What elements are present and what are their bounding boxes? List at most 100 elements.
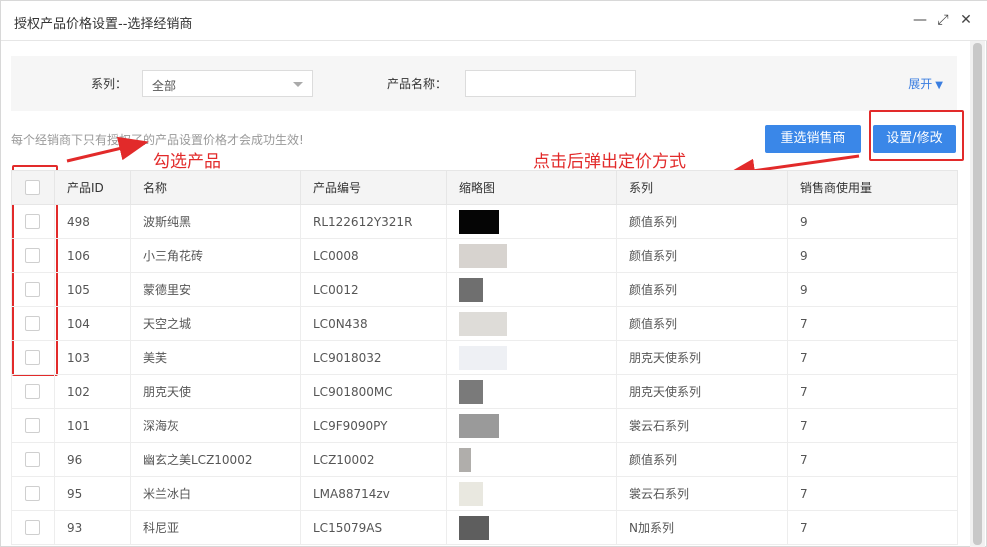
thumbnail-image	[459, 311, 507, 336]
row-checkbox-cell[interactable]	[11, 204, 55, 239]
thumbnail-image	[459, 413, 499, 438]
row-checkbox[interactable]	[25, 214, 40, 229]
product-name-cell: 米兰冰白	[130, 476, 301, 511]
row-checkbox-cell[interactable]	[11, 442, 55, 477]
usage-cell: 9	[787, 204, 958, 239]
usage-cell: 7	[787, 340, 958, 375]
thumbnail-image	[459, 481, 483, 506]
series-cell: 颜值系列	[616, 204, 788, 239]
product-code-cell: LC0N438	[300, 306, 447, 341]
row-checkbox-cell[interactable]	[11, 238, 55, 273]
product-name-cell: 幽玄之美LCZ10002	[130, 442, 301, 477]
thumbnail-cell	[446, 442, 617, 477]
product-name-cell: 美芙	[130, 340, 301, 375]
thumbnail-image	[459, 209, 499, 234]
column-header[interactable]: 产品编号	[300, 170, 447, 205]
select-all-cell[interactable]	[11, 170, 55, 205]
product-name-cell: 朋克天使	[130, 374, 301, 409]
table-row[interactable]: 93 科尼亚 LC15079AS N加系列 7	[11, 510, 958, 545]
table-body: 498 波斯纯黑 RL122612Y321R 颜值系列 9 106 小三角花砖 LC0008 颜…	[11, 204, 958, 545]
table-row[interactable]: 103 美芙 LC9018032 朋克天使系列 7	[11, 340, 958, 375]
row-checkbox[interactable]	[25, 486, 40, 501]
product-table: 产品ID 名称 产品编号 缩略图 系列 销售商使用量 498 波斯纯黑 RL1226…	[11, 170, 958, 545]
product-id-cell: 96	[54, 442, 131, 477]
table-row[interactable]: 102 朋克天使 LC901800MC 朋克天使系列 7	[11, 374, 958, 409]
product-code-cell: LC9018032	[300, 340, 447, 375]
product-id-cell: 95	[54, 476, 131, 511]
series-cell: 颜值系列	[616, 306, 788, 341]
usage-cell: 7	[787, 408, 958, 443]
product-name-cell: 深海灰	[130, 408, 301, 443]
row-checkbox-cell[interactable]	[11, 272, 55, 307]
thumbnail-image	[459, 277, 483, 302]
product-id-cell: 106	[54, 238, 131, 273]
thumbnail-cell	[446, 272, 617, 307]
select-all-checkbox[interactable]	[25, 180, 40, 195]
series-cell: 朋克天使系列	[616, 340, 788, 375]
row-checkbox-cell[interactable]	[11, 408, 55, 443]
product-id-cell: 103	[54, 340, 131, 375]
dialog: 授权产品价格设置--选择经销商 — ⤢ ✕ 系列： 全部 产品名称： 展开 ▼ 每…	[0, 0, 987, 547]
product-code-cell: LC0008	[300, 238, 447, 273]
product-id-cell: 102	[54, 374, 131, 409]
product-id-cell: 104	[54, 306, 131, 341]
thumbnail-image	[459, 243, 507, 268]
row-checkbox-cell[interactable]	[11, 306, 55, 341]
series-cell: 颜值系列	[616, 272, 788, 307]
thumbnail-cell	[446, 340, 617, 375]
row-checkbox-cell[interactable]	[11, 510, 55, 545]
row-checkbox[interactable]	[25, 520, 40, 535]
row-checkbox[interactable]	[25, 282, 40, 297]
product-code-cell: LC15079AS	[300, 510, 447, 545]
usage-cell: 7	[787, 306, 958, 341]
thumbnail-cell	[446, 408, 617, 443]
column-header[interactable]: 系列	[616, 170, 788, 205]
product-code-cell: LC0012	[300, 272, 447, 307]
row-checkbox[interactable]	[25, 418, 40, 433]
table-row[interactable]: 104 天空之城 LC0N438 颜值系列 7	[11, 306, 958, 341]
thumbnail-image	[459, 345, 507, 370]
product-code-cell: RL122612Y321R	[300, 204, 447, 239]
row-checkbox-cell[interactable]	[11, 476, 55, 511]
table-row[interactable]: 95 米兰冰白 LMA88714zv 裳云石系列 7	[11, 476, 958, 511]
usage-cell: 9	[787, 272, 958, 307]
table-row[interactable]: 101 深海灰 LC9F9090PY 裳云石系列 7	[11, 408, 958, 443]
usage-cell: 7	[787, 476, 958, 511]
usage-cell: 9	[787, 238, 958, 273]
column-header[interactable]: 产品ID	[54, 170, 131, 205]
table-row[interactable]: 498 波斯纯黑 RL122612Y321R 颜值系列 9	[11, 204, 958, 239]
product-id-cell: 93	[54, 510, 131, 545]
column-header[interactable]: 销售商使用量	[787, 170, 958, 205]
usage-cell: 7	[787, 442, 958, 477]
row-checkbox[interactable]	[25, 452, 40, 467]
product-name-cell: 波斯纯黑	[130, 204, 301, 239]
product-name-cell: 蒙德里安	[130, 272, 301, 307]
row-checkbox[interactable]	[25, 384, 40, 399]
column-header[interactable]: 缩略图	[446, 170, 617, 205]
row-checkbox[interactable]	[25, 316, 40, 331]
series-cell: 裳云石系列	[616, 476, 788, 511]
row-checkbox-cell[interactable]	[11, 374, 55, 409]
product-id-cell: 101	[54, 408, 131, 443]
table-header-row: 产品ID 名称 产品编号 缩略图 系列 销售商使用量	[11, 170, 958, 205]
product-code-cell: LCZ10002	[300, 442, 447, 477]
table-row[interactable]: 106 小三角花砖 LC0008 颜值系列 9	[11, 238, 958, 273]
arrow-to-notice	[66, 136, 149, 163]
product-code-cell: LMA88714zv	[300, 476, 447, 511]
thumbnail-image	[459, 515, 489, 540]
product-code-cell: LC901800MC	[300, 374, 447, 409]
series-cell: N加系列	[616, 510, 788, 545]
table-row[interactable]: 105 蒙德里安 LC0012 颜值系列 9	[11, 272, 958, 307]
usage-cell: 7	[787, 510, 958, 545]
column-header[interactable]: 名称	[130, 170, 301, 205]
thumbnail-image	[459, 447, 471, 472]
row-checkbox[interactable]	[25, 350, 40, 365]
product-code-cell: LC9F9090PY	[300, 408, 447, 443]
thumbnail-cell	[446, 476, 617, 511]
product-name-cell: 小三角花砖	[130, 238, 301, 273]
row-checkbox[interactable]	[25, 248, 40, 263]
row-checkbox-cell[interactable]	[11, 340, 55, 375]
table-row[interactable]: 96 幽玄之美LCZ10002 LCZ10002 颜值系列 7	[11, 442, 958, 477]
product-name-cell: 天空之城	[130, 306, 301, 341]
thumbnail-image	[459, 379, 483, 404]
